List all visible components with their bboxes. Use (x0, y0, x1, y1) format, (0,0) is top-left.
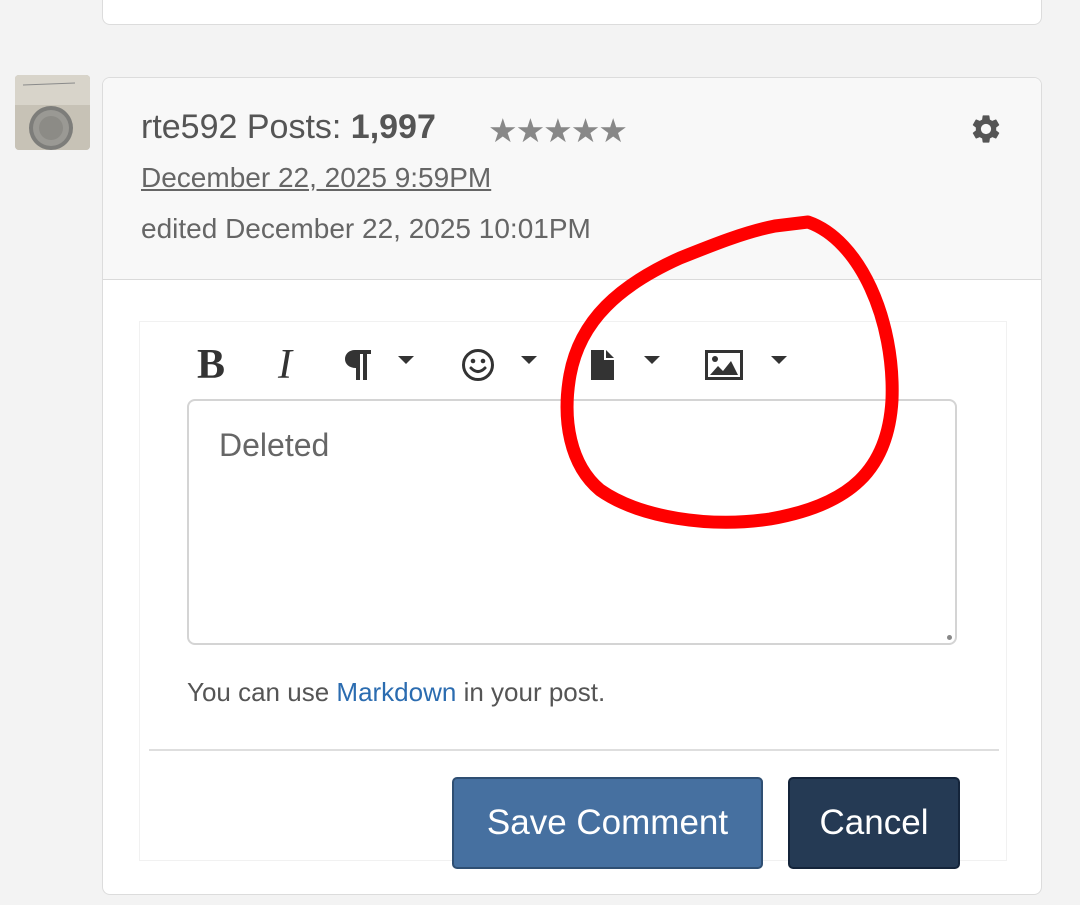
edited-timestamp: edited December 22, 2025 10:01PM (141, 213, 591, 244)
comment-card: rte592 Posts: 1,997 ★★★★★ December 22, 2… (102, 77, 1042, 895)
avatar-coin-image (15, 75, 90, 150)
comment-textarea[interactable]: Deleted (187, 399, 957, 645)
markdown-hint: You can use Markdown in your post. (187, 677, 606, 707)
emoji-icon (462, 349, 494, 381)
insert-image-button[interactable] (702, 342, 746, 388)
textarea-value: Deleted (219, 427, 330, 463)
comment-header: rte592 Posts: 1,997 ★★★★★ December 22, 2… (103, 78, 1041, 280)
posts-label: Posts: (246, 108, 342, 146)
chevron-down-icon[interactable] (521, 356, 537, 364)
comment-editor: B I Deleted You can use Markdown in your… (139, 321, 1007, 869)
chevron-down-icon[interactable] (771, 356, 787, 364)
save-comment-button[interactable]: Save Comment (452, 777, 763, 869)
previous-comment-card (102, 0, 1042, 25)
italic-button[interactable]: I (268, 342, 302, 388)
cancel-button[interactable]: Cancel (788, 777, 960, 869)
comment-date-link[interactable]: December 22, 2025 9:59PM (141, 162, 491, 194)
rank-stars: ★★★★★ (488, 112, 628, 149)
author-line: rte592 Posts: 1,997 (141, 108, 436, 147)
file-icon (591, 350, 614, 380)
markdown-link[interactable]: Markdown (336, 677, 456, 707)
attach-file-button[interactable] (586, 342, 618, 388)
gear-icon[interactable] (969, 112, 1003, 146)
image-icon (705, 350, 743, 380)
paragraph-icon (345, 350, 371, 380)
chevron-down-icon[interactable] (398, 356, 414, 364)
divider (149, 749, 999, 751)
chevron-down-icon[interactable] (644, 356, 660, 364)
bold-button[interactable]: B (192, 342, 230, 388)
posts-count: 1,997 (350, 108, 436, 146)
avatar[interactable] (15, 75, 90, 150)
paragraph-format-button[interactable] (340, 342, 376, 388)
username-link[interactable]: rte592 (141, 108, 237, 146)
emoji-button[interactable] (460, 342, 496, 388)
resize-handle[interactable] (947, 635, 952, 640)
